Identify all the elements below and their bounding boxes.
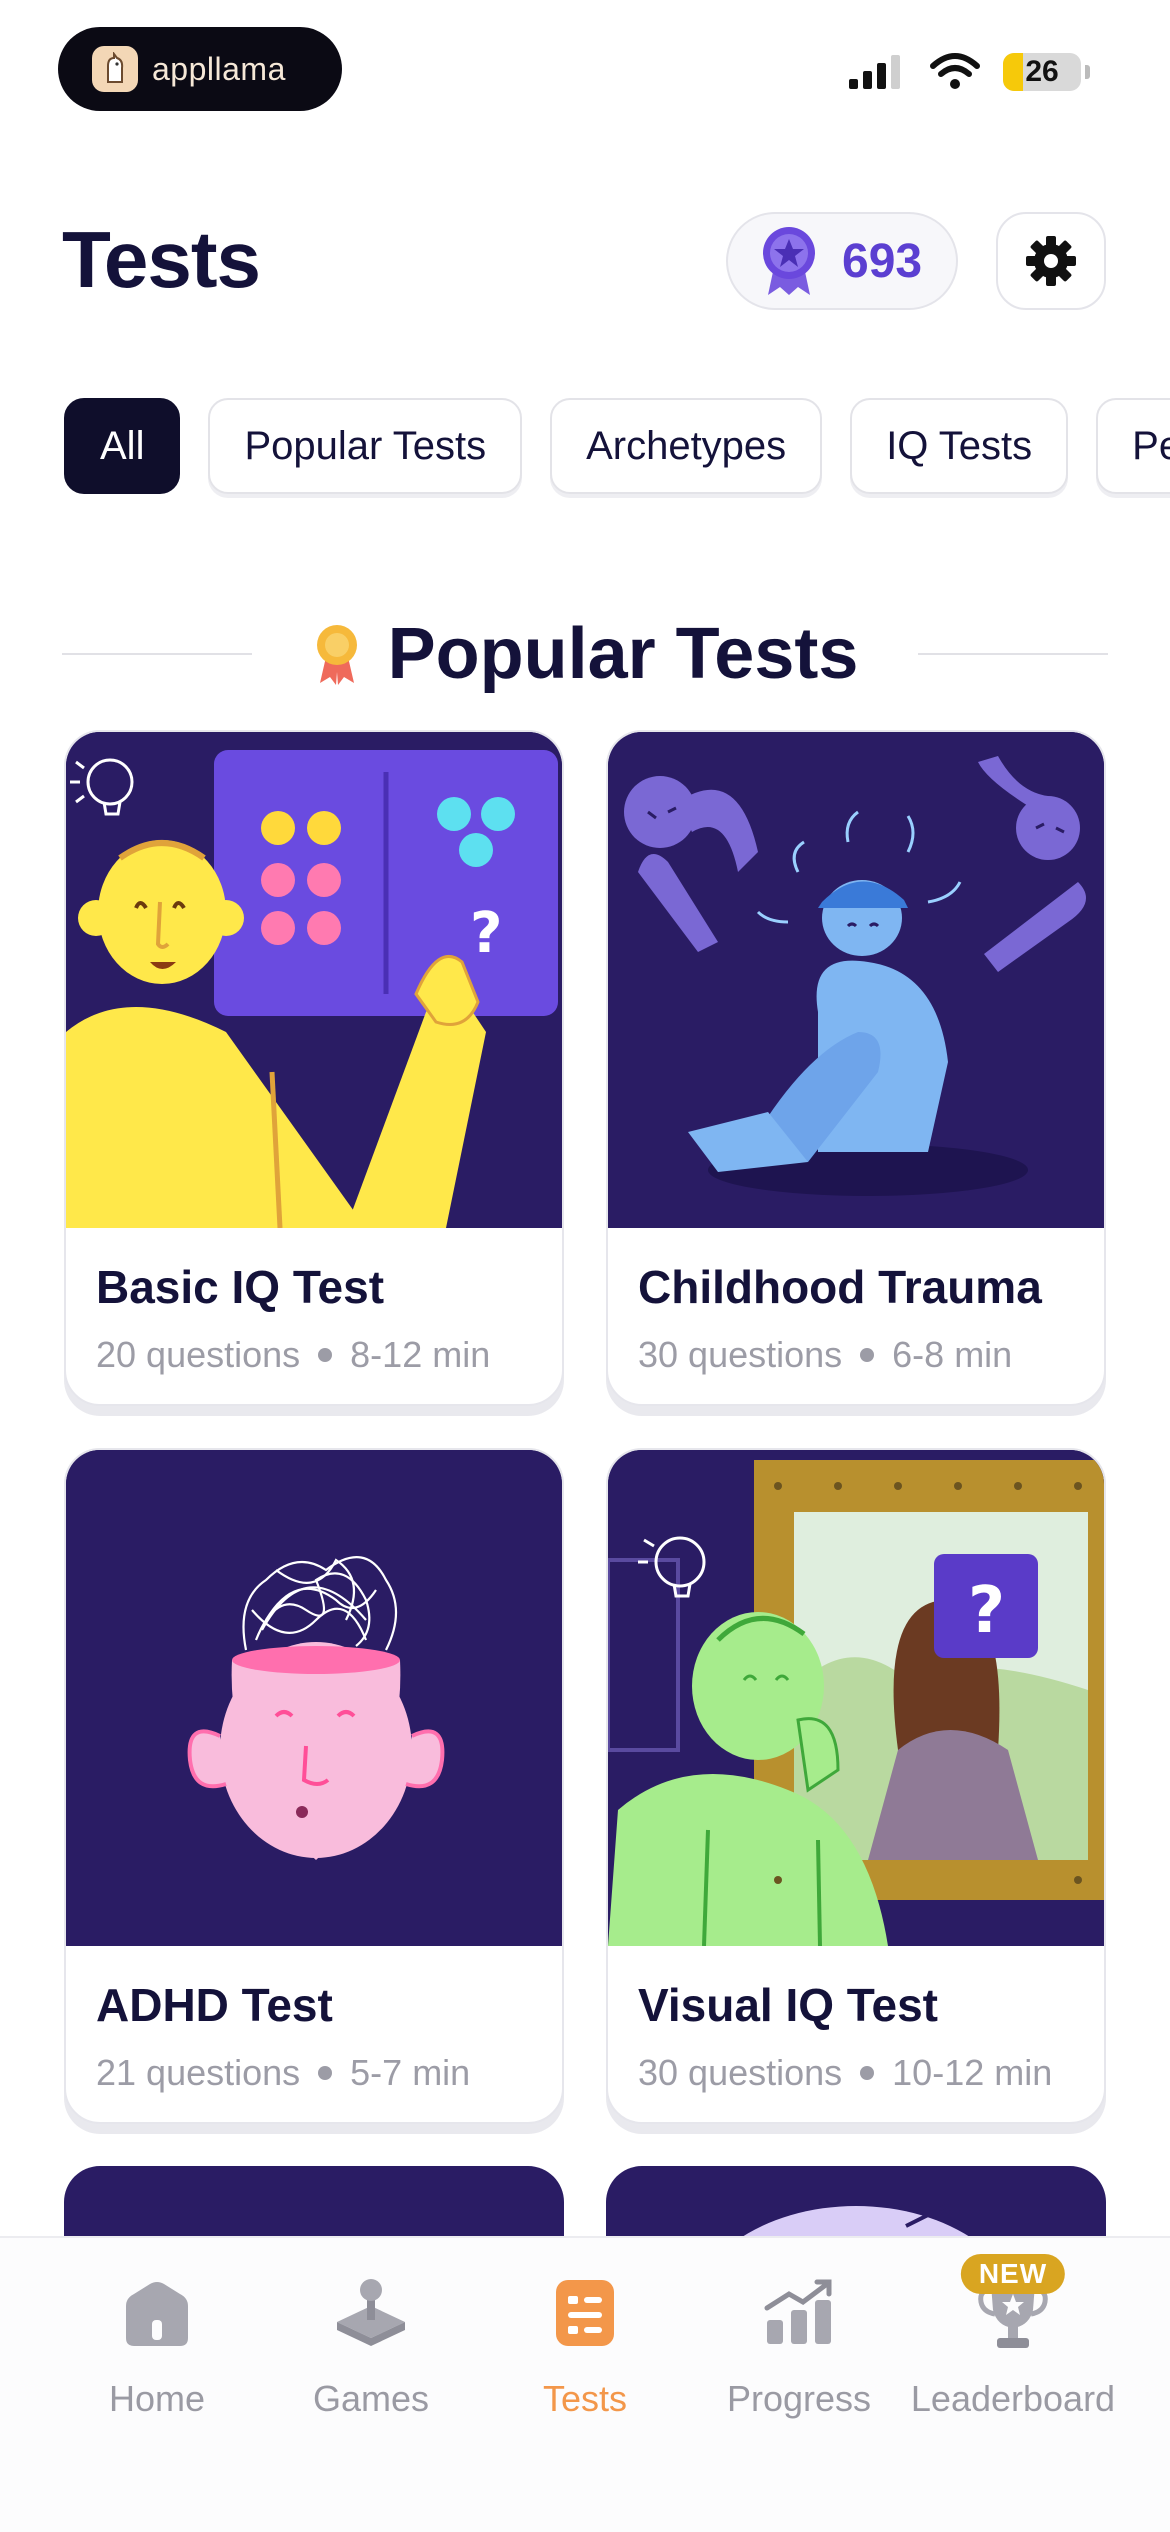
- svg-text:?: ?: [470, 901, 502, 966]
- test-card-title: Childhood Trauma: [638, 1261, 1042, 1313]
- new-badge: NEW: [960, 2254, 1066, 2294]
- svg-text:?: ?: [968, 1574, 1005, 1648]
- signal-icon: [849, 55, 900, 89]
- status-icons: 26: [847, 52, 1090, 92]
- card-illustration: ?: [608, 1450, 1104, 1946]
- tab-tests[interactable]: Tests: [478, 2268, 692, 2420]
- test-card-duration: 10-12 min: [892, 2052, 1053, 2093]
- divider: [918, 653, 1108, 655]
- gem-badge-icon: [763, 227, 815, 295]
- test-card-title: Visual IQ Test: [638, 1979, 938, 2031]
- filter-chips: All Popular Tests Archetypes IQ Tests Pe: [64, 398, 1170, 494]
- filter-chip-personality[interactable]: Pe: [1096, 398, 1170, 494]
- bottom-tab-bar: Home Games Tests Progress NEW Leaderboar…: [0, 2236, 1170, 2532]
- app-pill[interactable]: appllama: [58, 27, 342, 111]
- test-card-questions: 30 questions: [638, 2052, 843, 2093]
- card-illustration: [66, 1450, 562, 1946]
- filter-chip-popular-tests[interactable]: Popular Tests: [208, 398, 523, 494]
- test-card-meta: 21 questions 5-7 min: [96, 2052, 470, 2094]
- app-pill-label: appllama: [152, 50, 286, 87]
- test-card-questions: 20 questions: [96, 1334, 301, 1375]
- filter-chip-all[interactable]: All: [64, 398, 181, 494]
- card-illustration: ?: [66, 732, 562, 1228]
- filter-chip-archetypes[interactable]: Archetypes: [550, 398, 823, 494]
- test-card-title: Basic IQ Test: [96, 1261, 385, 1313]
- tab-label: Games: [312, 2378, 430, 2419]
- section-title: Popular Tests: [387, 614, 859, 694]
- tab-home[interactable]: Home: [50, 2268, 264, 2420]
- test-card-visual-iq[interactable]: ? Visual IQ Test 30 questions 10-12 min: [606, 1448, 1106, 2124]
- test-card-questions: 21 questions: [96, 2052, 301, 2093]
- home-icon: [112, 2268, 202, 2358]
- test-card-questions: 30 questions: [638, 1334, 843, 1375]
- tab-label: Tests: [542, 2378, 628, 2419]
- test-card-title: ADHD Test: [96, 1979, 333, 2031]
- filter-chip-iq-tests[interactable]: IQ Tests: [850, 398, 1069, 494]
- status-bar: appllama 26: [0, 0, 1170, 130]
- test-card-meta: 30 questions 6-8 min: [638, 1334, 1012, 1376]
- tests-icon: [540, 2268, 630, 2358]
- gear-icon: [1026, 236, 1076, 286]
- settings-button[interactable]: [996, 212, 1106, 310]
- gems-count: 693: [842, 234, 923, 288]
- battery-tip: [1085, 65, 1090, 79]
- award-ribbon-icon: [316, 625, 357, 685]
- card-illustration: [608, 732, 1104, 1228]
- divider: [62, 653, 252, 655]
- battery-level: 26: [1025, 55, 1059, 88]
- llama-logo-icon: [92, 46, 138, 92]
- tab-progress[interactable]: Progress: [692, 2268, 906, 2420]
- test-card-basic-iq[interactable]: ? Basic IQ Test 20 questions 8-12 min: [64, 730, 564, 1406]
- test-card-childhood-trauma[interactable]: Childhood Trauma 30 questions 6-8 min: [606, 730, 1106, 1406]
- test-card-meta: 20 questions 8-12 min: [96, 1334, 490, 1376]
- separator-dot: [318, 1348, 333, 1362]
- separator-dot: [860, 2066, 875, 2080]
- tab-games[interactable]: Games: [264, 2268, 478, 2420]
- tab-leaderboard[interactable]: NEW Leaderboard: [906, 2254, 1120, 2420]
- test-card-meta: 30 questions 10-12 min: [638, 2052, 1052, 2094]
- section-header: Popular Tests: [62, 606, 1108, 702]
- page-title: Tests: [62, 215, 261, 304]
- separator-dot: [318, 2066, 333, 2080]
- tab-label: Home: [108, 2378, 206, 2419]
- wifi-icon: [930, 53, 980, 89]
- test-card-duration: 5-7 min: [350, 2052, 471, 2093]
- test-card-duration: 8-12 min: [350, 1334, 491, 1375]
- test-card-adhd[interactable]: ADHD Test 21 questions 5-7 min: [64, 1448, 564, 2124]
- test-card-duration: 6-8 min: [892, 1334, 1013, 1375]
- joystick-icon: [326, 2268, 416, 2358]
- tab-label: Progress: [726, 2378, 872, 2419]
- separator-dot: [860, 1348, 875, 1362]
- battery-indicator: 26: [1003, 53, 1081, 91]
- gems-counter[interactable]: 693: [726, 212, 958, 310]
- bar-chart-icon: [754, 2268, 844, 2358]
- tab-label: Leaderboard: [910, 2378, 1116, 2419]
